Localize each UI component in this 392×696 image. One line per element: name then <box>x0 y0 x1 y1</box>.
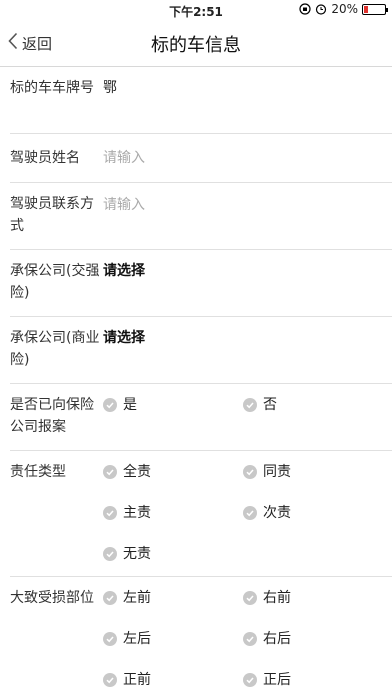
liability-option-full[interactable]: 全责 <box>103 461 243 483</box>
option-label: 右后 <box>263 631 291 647</box>
liability-option-secondary[interactable]: 次责 <box>243 502 383 524</box>
check-icon <box>103 465 117 479</box>
insurer-compulsory-row: 承保公司(交强险) 请选择 <box>10 250 392 317</box>
reported-option-yes[interactable]: 是 <box>103 394 243 416</box>
insurer-commercial-select[interactable]: 请选择 <box>103 330 145 346</box>
option-label: 否 <box>263 397 277 413</box>
battery-icon <box>362 3 388 15</box>
status-bar: 下午2:51 20% <box>0 0 392 20</box>
option-label: 主责 <box>123 505 151 521</box>
damage-option-rear[interactable]: 正后 <box>243 669 383 691</box>
plate-row: 标的车车牌号 鄂 <box>10 67 392 134</box>
check-icon <box>103 632 117 646</box>
driver-contact-row: 驾驶员联系方式 <box>10 183 392 250</box>
damage-option-rear-left[interactable]: 左后 <box>103 628 243 650</box>
check-icon <box>243 398 257 412</box>
option-label: 同责 <box>263 464 291 480</box>
check-icon <box>103 547 117 561</box>
liability-option-equal[interactable]: 同责 <box>243 461 383 483</box>
damage-option-front-right[interactable]: 右前 <box>243 587 383 609</box>
option-label: 正后 <box>263 672 291 688</box>
liability-option-primary[interactable]: 主责 <box>103 502 243 524</box>
back-label: 返回 <box>22 34 53 53</box>
vehicle-form: 标的车车牌号 鄂 驾驶员姓名 驾驶员联系方式 承保公司(交强险) 请选择 承保公… <box>0 67 392 696</box>
page-title: 标的车信息 <box>151 35 241 56</box>
option-label: 左后 <box>123 631 151 647</box>
nav-bar: 返回 标的车信息 <box>0 20 392 67</box>
liability-option-none[interactable]: 无责 <box>103 543 243 565</box>
option-label: 无责 <box>123 546 151 562</box>
insurer-compulsory-label: 承保公司(交强险) <box>10 263 100 301</box>
insurer-compulsory-select[interactable]: 请选择 <box>103 263 145 279</box>
damage-option-front-left[interactable]: 左前 <box>103 587 243 609</box>
insurer-commercial-label: 承保公司(商业险) <box>10 330 100 368</box>
check-icon <box>243 673 257 687</box>
damage-area-row: 大致受损部位 左前 右前 左后 右后 正前 正后 <box>10 577 392 696</box>
liability-label: 责任类型 <box>10 464 66 480</box>
check-icon <box>243 465 257 479</box>
insurer-commercial-row: 承保公司(商业险) 请选择 <box>10 317 392 384</box>
status-icons: 20% <box>299 2 388 16</box>
chevron-left-icon <box>8 32 18 54</box>
check-icon <box>103 673 117 687</box>
check-icon <box>103 591 117 605</box>
check-icon <box>243 506 257 520</box>
option-label: 左前 <box>123 590 151 606</box>
battery-percent: 20% <box>331 2 358 16</box>
alarm-icon <box>315 3 327 15</box>
driver-contact-input[interactable] <box>103 194 382 216</box>
damage-option-front[interactable]: 正前 <box>103 669 243 691</box>
reported-option-no[interactable]: 否 <box>243 394 383 416</box>
back-button[interactable]: 返回 <box>8 32 52 54</box>
check-icon <box>243 632 257 646</box>
reported-label: 是否已向保险公司报案 <box>10 397 94 435</box>
option-label: 正前 <box>123 672 151 688</box>
reported-row: 是否已向保险公司报案 是 否 <box>10 384 392 451</box>
option-label: 全责 <box>123 464 151 480</box>
plate-label: 标的车车牌号 <box>10 80 94 96</box>
driver-name-input[interactable] <box>103 147 382 169</box>
rotation-lock-icon <box>299 3 311 15</box>
check-icon <box>103 398 117 412</box>
liability-row: 责任类型 全责 同责 主责 次责 无责 <box>10 451 392 577</box>
plate-value[interactable]: 鄂 <box>103 67 382 133</box>
damage-option-rear-right[interactable]: 右后 <box>243 628 383 650</box>
check-icon <box>103 506 117 520</box>
option-label: 次责 <box>263 505 291 521</box>
driver-contact-label: 驾驶员联系方式 <box>10 196 94 234</box>
driver-name-row: 驾驶员姓名 <box>10 134 392 183</box>
damage-area-label: 大致受损部位 <box>10 590 94 606</box>
check-icon <box>243 591 257 605</box>
driver-name-label: 驾驶员姓名 <box>10 150 80 166</box>
option-label: 右前 <box>263 590 291 606</box>
option-label: 是 <box>123 397 137 413</box>
